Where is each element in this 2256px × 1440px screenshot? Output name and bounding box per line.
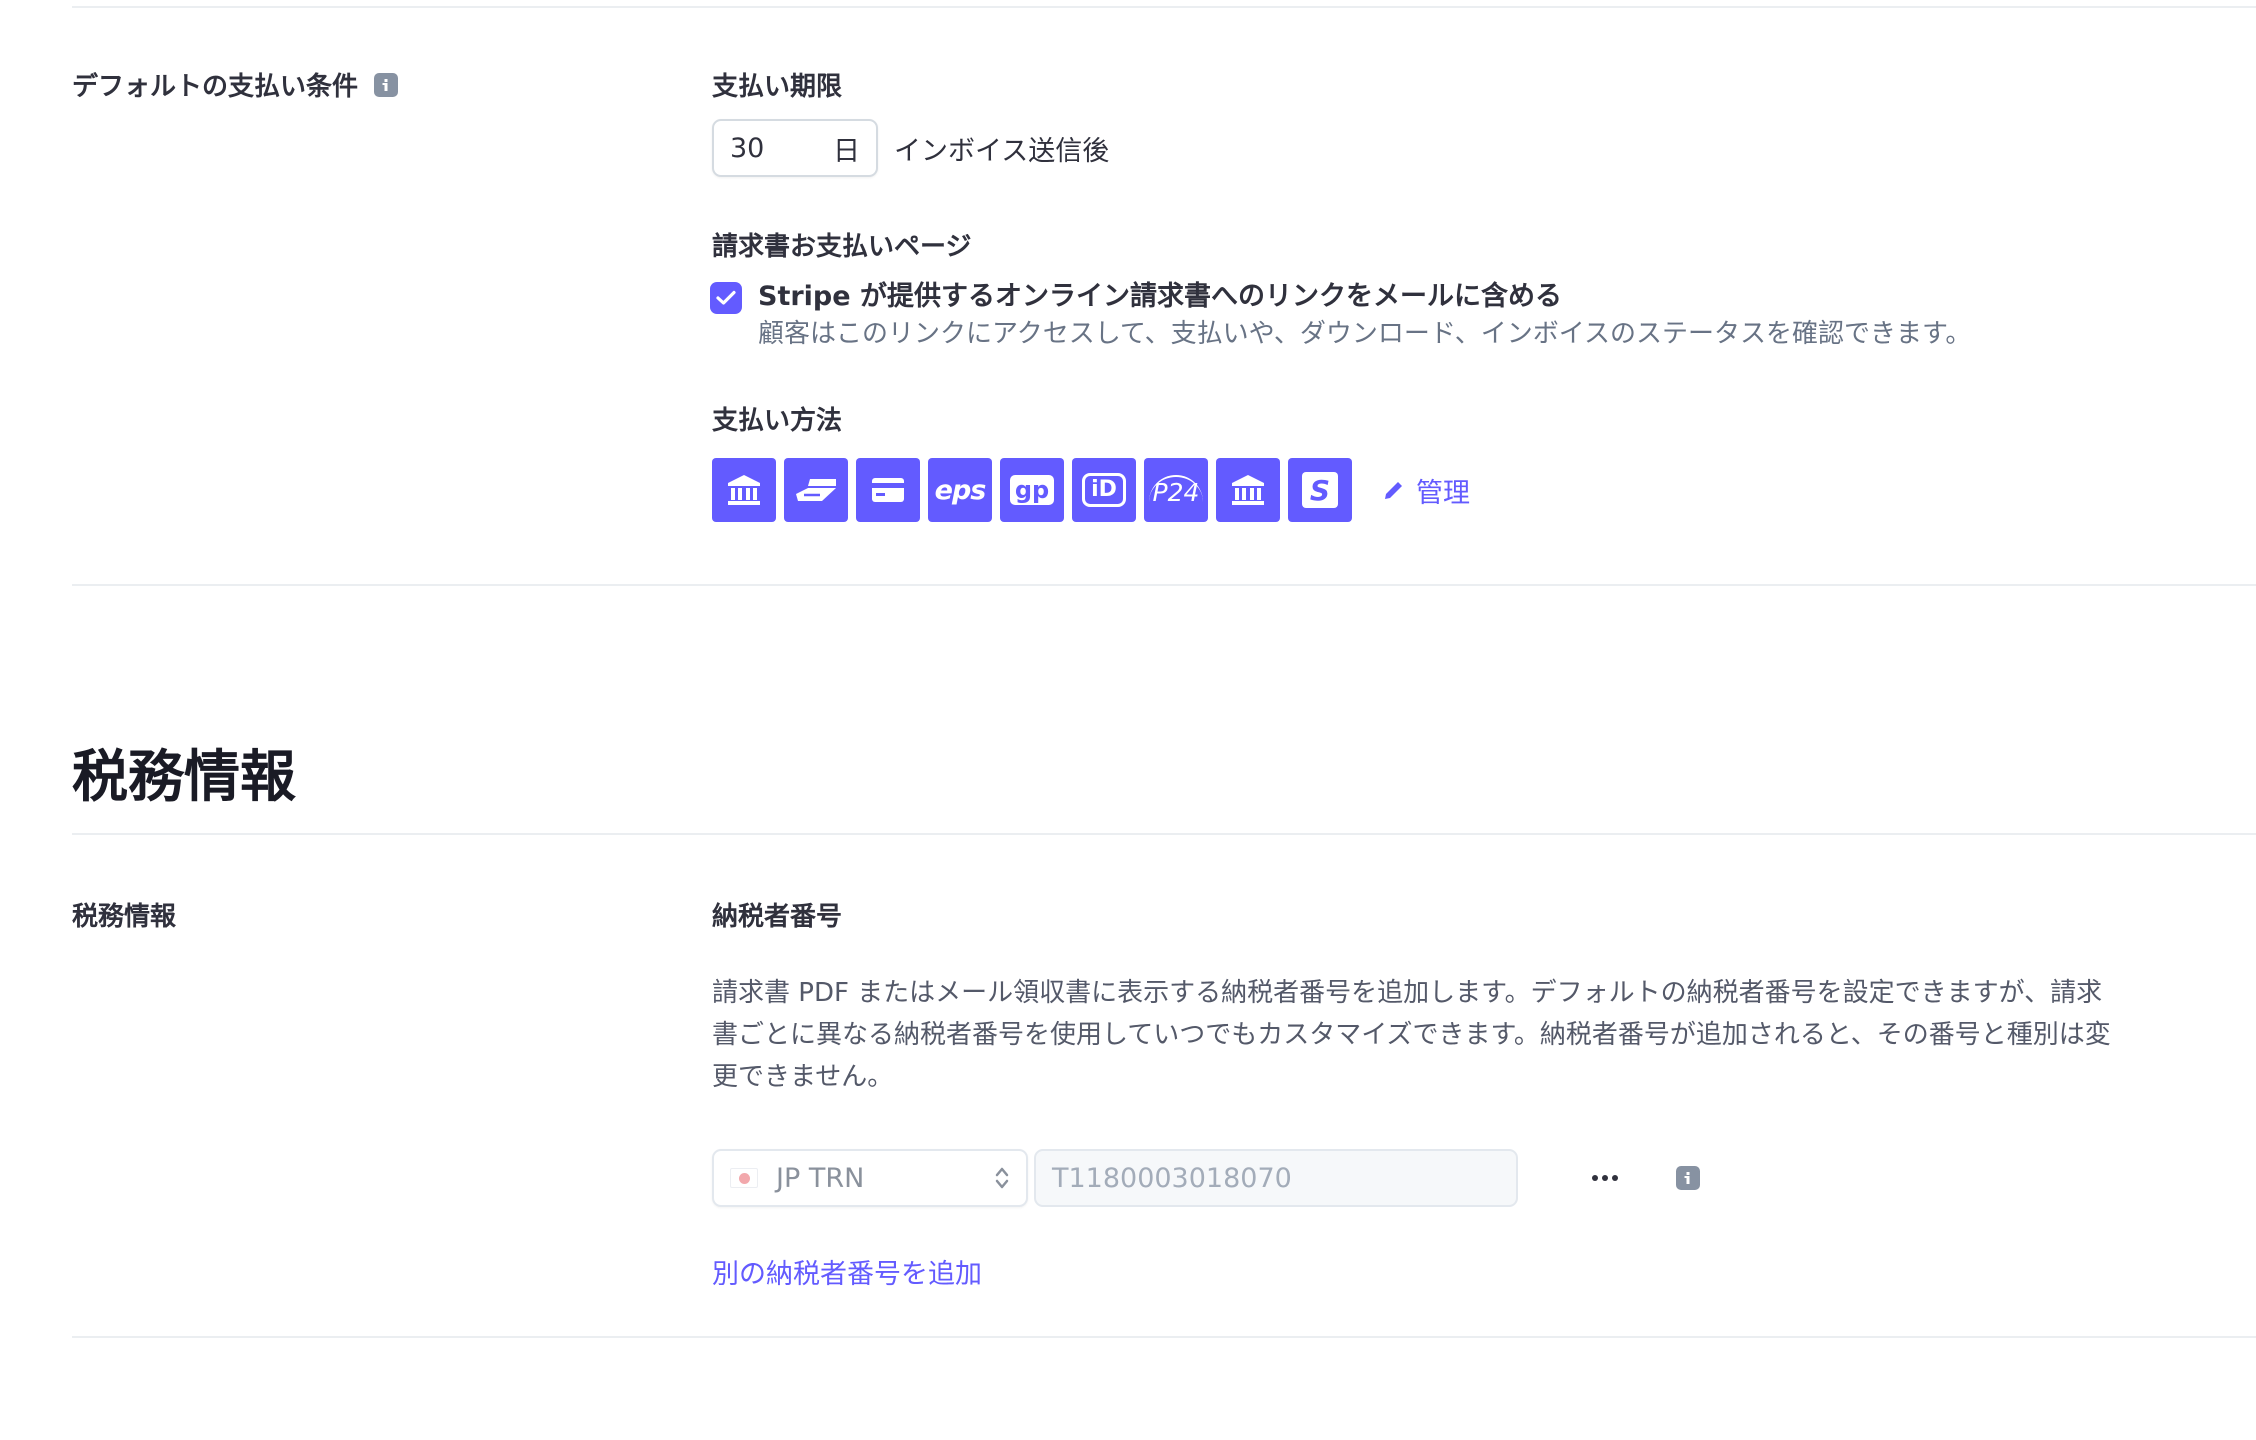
tax-id-type: JP TRN [776, 1162, 865, 1194]
tax-id-description: 請求書 PDF またはメール領収書に表示する納税者番号を追加します。デフォルトの… [712, 978, 2111, 1092]
giropay-icon: gp [1000, 458, 1064, 522]
eps-icon: eps [928, 458, 992, 522]
sofort-icon: S [1288, 458, 1352, 522]
ideal-icon: iD [1072, 458, 1136, 522]
days-field-group: 30 日 インボイス送信後 [712, 119, 1109, 177]
p24-icon: P24 [1144, 458, 1208, 522]
add-tax-id-link[interactable]: 別の納税者番号を追加 [712, 1252, 982, 1291]
invoice-link-checkbox[interactable] [710, 282, 742, 314]
info-icon[interactable] [1676, 1166, 1700, 1190]
days-after-text: インボイス送信後 [894, 135, 1110, 167]
days-value: 30 [730, 132, 765, 164]
payment-methods-label: 支払い方法 [712, 406, 843, 436]
tax-label: 税務情報 [72, 902, 177, 932]
pencil-icon [1385, 482, 1402, 499]
bank-icon [1216, 458, 1280, 522]
divider [72, 833, 2256, 835]
due-date-label: 支払い期限 [712, 72, 843, 102]
invoice-link-title: Stripe が提供するオンライン請求書へのリンクをメールに含める [758, 281, 1562, 312]
days-input[interactable]: 30 日 [712, 119, 878, 177]
invoice-link-description: 顧客はこのリンクにアクセスして、支払いや、ダウンロード、インボイスのステータスを… [758, 319, 1972, 349]
more-dot [1592, 1175, 1598, 1181]
bank-icon [712, 458, 776, 522]
tax-section-title: 税務情報 [72, 745, 296, 810]
card-swipe-icon [784, 458, 848, 522]
payment-methods-list: eps gp iD P24 S 管理 [712, 458, 1470, 522]
more-dot [1602, 1175, 1608, 1181]
settings-page: デフォルトの支払い条件 支払い期限 30 日 インボイス送信後 請求書お支払いペ… [0, 0, 2256, 1440]
more-options-button[interactable] [1582, 1165, 1628, 1191]
divider [72, 1336, 2256, 1338]
card-icon [856, 458, 920, 522]
payment-terms-label: デフォルトの支払い条件 [72, 72, 359, 102]
tax-id-type-select[interactable]: JP TRN [712, 1149, 1028, 1207]
chevron-up-down-icon [995, 1167, 1009, 1189]
info-icon[interactable] [374, 72, 399, 97]
days-unit: 日 [833, 135, 860, 167]
divider [72, 6, 2256, 8]
divider [72, 584, 2256, 586]
manage-payment-methods-link[interactable]: 管理 [1382, 471, 1470, 510]
tax-id-value: T1180003018070 [1052, 1162, 1292, 1194]
tax-id-input[interactable]: T1180003018070 [1034, 1149, 1518, 1207]
manage-label: 管理 [1416, 477, 1470, 509]
invoice-link-option: Stripe が提供するオンライン請求書へのリンクをメールに含める 顧客はこのリ… [710, 281, 1972, 352]
tax-id-row: JP TRN T1180003018070 [712, 1149, 1700, 1207]
tax-id-label: 納税者番号 [712, 902, 843, 932]
japan-flag-icon [730, 1168, 758, 1188]
tax-row-label: 税務情報 [72, 896, 176, 933]
more-dot [1612, 1175, 1618, 1181]
invoice-page-label: 請求書お支払いページ [712, 232, 972, 262]
payment-terms-row-label: デフォルトの支払い条件 [72, 66, 399, 103]
checkmark-icon [716, 290, 736, 305]
